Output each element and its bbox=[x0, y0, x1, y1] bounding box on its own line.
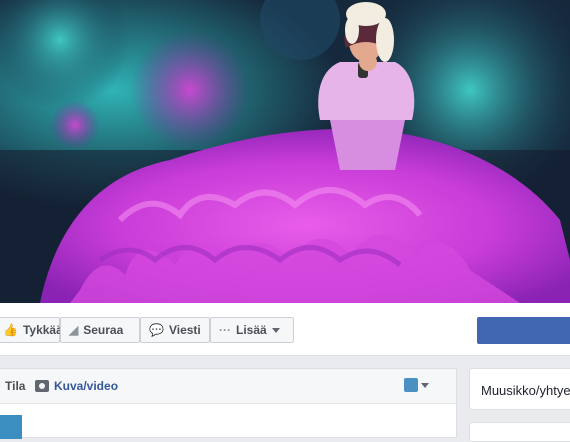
chat-bubble-icon: 💬 bbox=[149, 323, 164, 337]
thumbs-up-icon: 👍 bbox=[3, 323, 18, 337]
tab-status-label: Tila bbox=[5, 379, 26, 393]
composer-tabs: Tila Kuva/video bbox=[0, 369, 456, 404]
like-button-label: Tykkää bbox=[22, 323, 63, 337]
ellipsis-icon: ··· bbox=[219, 323, 231, 337]
follow-button[interactable]: ◢ Seuraa bbox=[60, 317, 140, 343]
tab-status[interactable]: Tila bbox=[5, 379, 25, 393]
about-card: Muusikko/yhtye bbox=[469, 368, 570, 410]
message-button[interactable]: 💬 Viesti bbox=[140, 317, 210, 343]
rss-icon: ◢ bbox=[69, 323, 79, 337]
primary-action-button[interactable] bbox=[477, 317, 570, 344]
tab-photo-video-label: Kuva/video bbox=[54, 379, 119, 393]
follow-button-label: Seuraa bbox=[83, 323, 124, 337]
audience-selector[interactable] bbox=[404, 378, 429, 392]
sidebar-card bbox=[469, 422, 570, 442]
page-category[interactable]: Muusikko/yhtye bbox=[481, 383, 570, 398]
avatar[interactable] bbox=[0, 415, 22, 439]
cover-photo-image bbox=[0, 0, 570, 303]
camera-icon bbox=[35, 380, 49, 392]
like-button[interactable]: 👍 Tykkää bbox=[0, 317, 63, 343]
chevron-down-icon bbox=[271, 327, 280, 333]
audience-selector-icon bbox=[404, 378, 418, 392]
chevron-down-icon bbox=[421, 382, 429, 388]
message-button-label: Viesti bbox=[168, 323, 201, 337]
cover-photo[interactable] bbox=[0, 0, 570, 303]
tab-photo-video[interactable]: Kuva/video bbox=[35, 379, 118, 393]
more-button-label: Lisää bbox=[236, 323, 267, 337]
more-button[interactable]: ··· Lisää bbox=[210, 317, 294, 343]
